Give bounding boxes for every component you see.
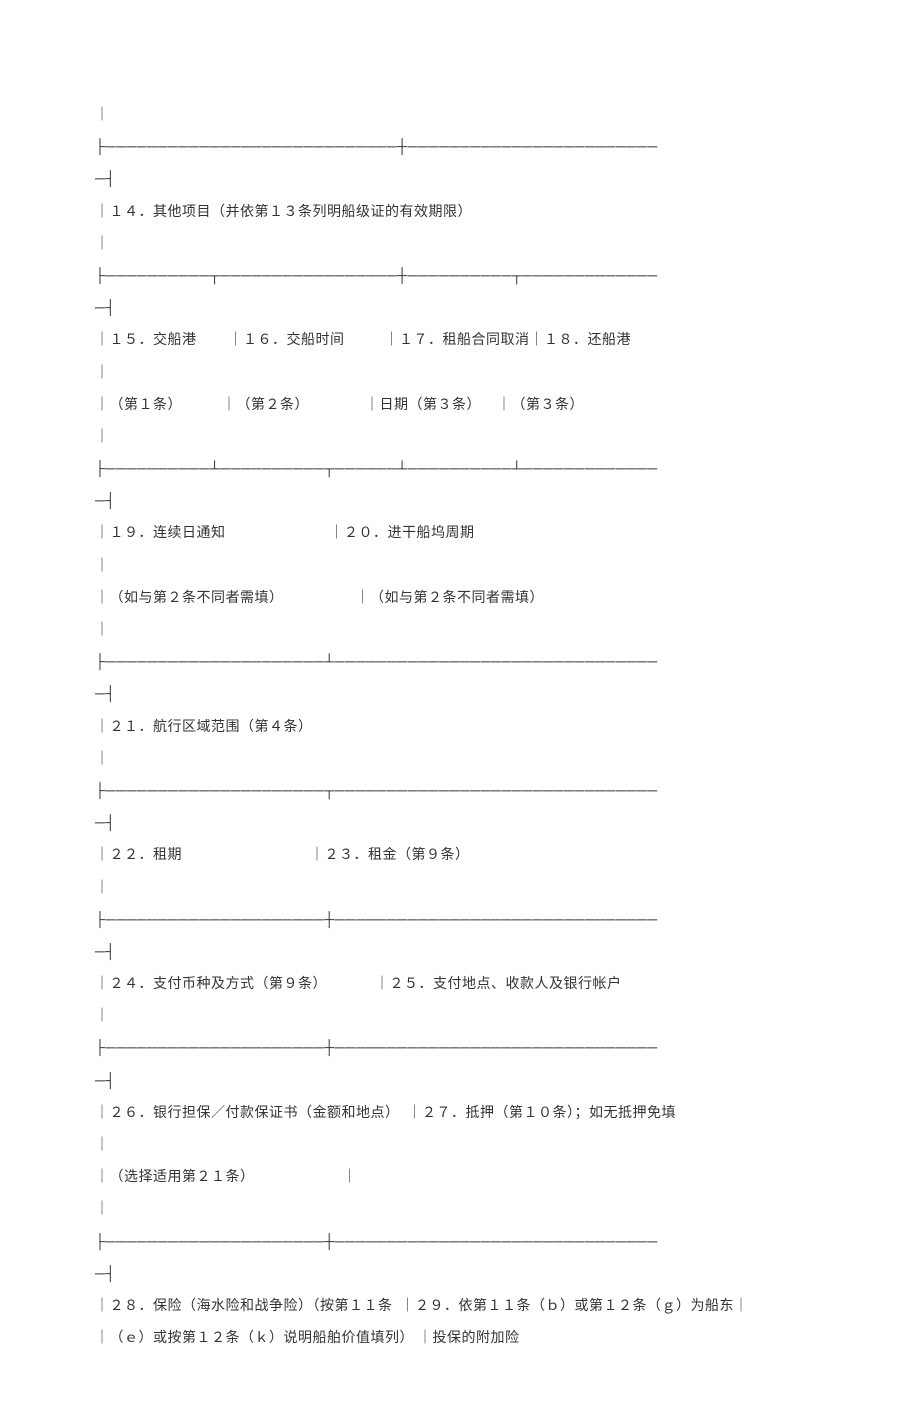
text-line: ─┤ [95, 301, 116, 316]
text-line: ｜ [95, 881, 110, 896]
text-line: ├─────────────────────┼─────────────────… [95, 913, 658, 928]
text-line: ｜ [95, 559, 110, 574]
text-line: ｜ [95, 237, 110, 252]
text-line: ├────────────────────────────┼──────────… [95, 140, 658, 155]
text-line: ─┤ [95, 172, 116, 187]
text-line: ├─────────────────────┴─────────────────… [95, 655, 658, 670]
text-line: ─┤ [95, 945, 116, 960]
text-line: ─┤ [95, 816, 116, 831]
text-line: ｜２４．支付币种及方式（第９条） ｜２５．支付地点、收款人及银行帐户 [95, 977, 622, 992]
text-line: ─┤ [95, 494, 116, 509]
text-line: ─┤ [95, 1267, 116, 1282]
text-line: ｜１４．其他项目（并依第１３条列明船级证的有效期限） [95, 205, 472, 220]
text-line: ├──────────┴──────────┬──────┴──────────… [95, 462, 658, 477]
text-line: ├──────────┬─────────────────┼──────────… [95, 269, 658, 284]
text-line: ｜（如与第２条不同者需填） ｜（如与第２条不同者需填） [95, 591, 544, 606]
text-line: ｜ [95, 623, 110, 638]
text-line: ｜ [95, 108, 110, 123]
text-line: ｜ [95, 1009, 110, 1024]
text-line: ─┤ [95, 1074, 116, 1089]
text-line: ｜１５．交船港 ｜１６．交船时间 ｜１７．租船合同取消｜１８．还船港 [95, 333, 631, 348]
text-line: ├─────────────────────┬─────────────────… [95, 784, 658, 799]
text-line: ｜（选择适用第２１条） ｜ [95, 1170, 357, 1185]
text-line: ｜ [95, 1138, 110, 1153]
text-line: ｜ [95, 430, 110, 445]
text-line: ｜２８．保险（海水险和战争险）（按第１１条 ｜２９．依第１１条（ｂ）或第１２条（… [95, 1299, 749, 1314]
text-line: ｜ [95, 366, 110, 381]
text-line: ├─────────────────────┼─────────────────… [95, 1041, 658, 1056]
text-line: ｜１９．连续日通知 ｜２０．进干船坞周期 [95, 526, 475, 541]
text-line: ｜ [95, 752, 110, 767]
text-line: ｜（ｅ）或按第１２条（ｋ）说明船舶价值填列） ｜投保的附加险 [95, 1331, 520, 1346]
text-line: ｜２２．租期 ｜２３．租金（第９条） [95, 848, 470, 863]
text-line: ─┤ [95, 687, 116, 702]
text-line: ｜２１．航行区域范围（第４条） [95, 720, 313, 735]
text-line: ｜２６．银行担保／付款保证书（金额和地点） ｜２７．抵押（第１０条）；如无抵押免… [95, 1106, 676, 1121]
text-line: ├─────────────────────┼─────────────────… [95, 1235, 658, 1250]
text-line: ｜（第１条） ｜（第２条） ｜日期（第３条） ｜（第３条） [95, 398, 584, 413]
document-page: ｜ ├────────────────────────────┼────────… [0, 0, 920, 1415]
text-line: ｜ [95, 1202, 110, 1217]
